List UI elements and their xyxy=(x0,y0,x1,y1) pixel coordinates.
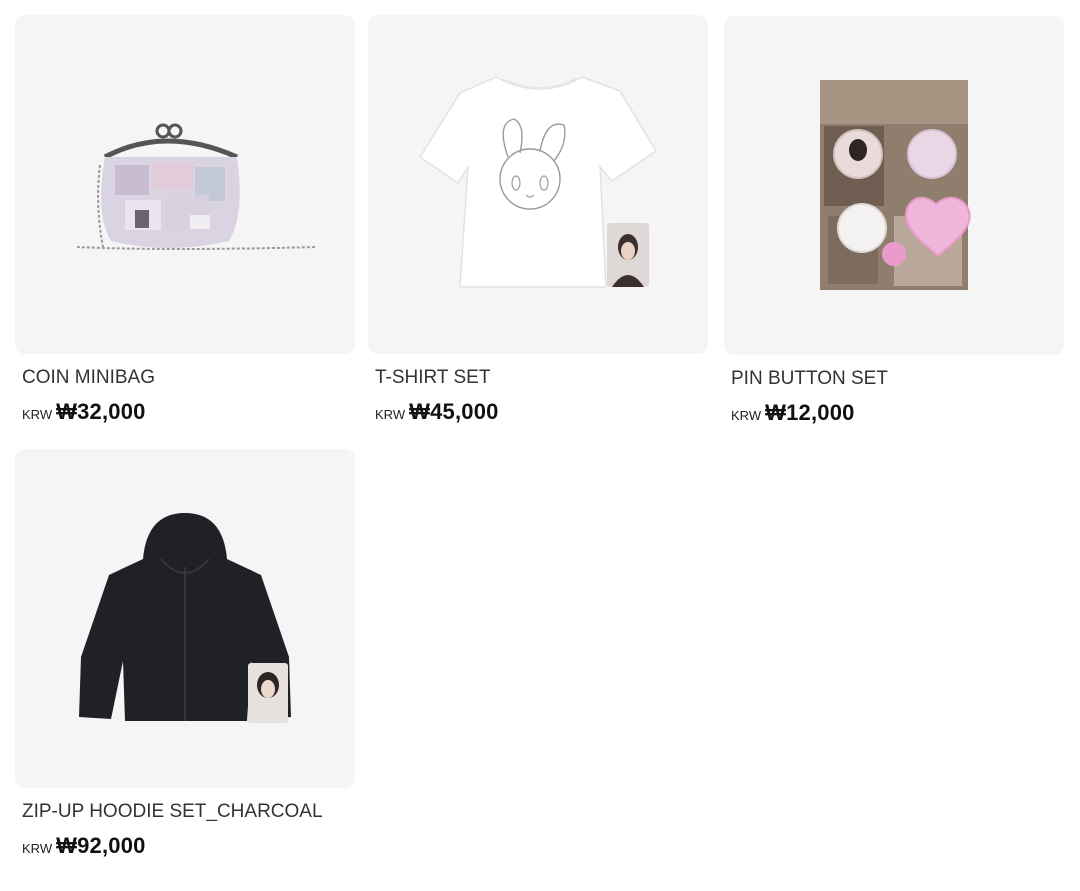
product-price: ₩92,000 xyxy=(56,833,146,858)
product-image-link[interactable] xyxy=(368,15,708,354)
hoodie-image xyxy=(79,513,291,723)
price-row: KRW ₩45,000 xyxy=(375,400,708,427)
t-shirt-image xyxy=(418,76,658,288)
coin-minibag-image xyxy=(76,123,316,250)
product-card[interactable]: COIN MINIBAG KRW ₩32,000 xyxy=(15,15,355,427)
product-price: ₩32,000 xyxy=(56,399,146,424)
product-image-link[interactable] xyxy=(15,449,355,788)
product-card[interactable]: PIN BUTTON SET KRW ₩12,000 xyxy=(724,16,1064,428)
product-image-link[interactable] xyxy=(724,16,1064,355)
pin-button-set-image xyxy=(820,80,971,290)
price-row: KRW ₩92,000 xyxy=(22,834,355,861)
product-name[interactable]: ZIP-UP HOODIE SET_CHARCOAL xyxy=(22,800,355,824)
currency-label: KRW xyxy=(731,408,762,423)
product-card[interactable]: ZIP-UP HOODIE SET_CHARCOAL KRW ₩92,000 xyxy=(15,449,355,861)
product-card[interactable]: T-SHIRT SET KRW ₩45,000 xyxy=(368,15,708,427)
price-row: KRW ₩12,000 xyxy=(731,401,1064,428)
product-price: ₩45,000 xyxy=(409,399,499,424)
product-name[interactable]: T-SHIRT SET xyxy=(375,366,708,390)
currency-label: KRW xyxy=(375,407,406,422)
product-image-link[interactable] xyxy=(15,15,355,354)
product-name[interactable]: COIN MINIBAG xyxy=(22,366,355,390)
product-name[interactable]: PIN BUTTON SET xyxy=(731,367,1064,391)
currency-label: KRW xyxy=(22,407,53,422)
product-price: ₩12,000 xyxy=(765,400,855,425)
price-row: KRW ₩32,000 xyxy=(22,400,355,427)
currency-label: KRW xyxy=(22,841,53,856)
